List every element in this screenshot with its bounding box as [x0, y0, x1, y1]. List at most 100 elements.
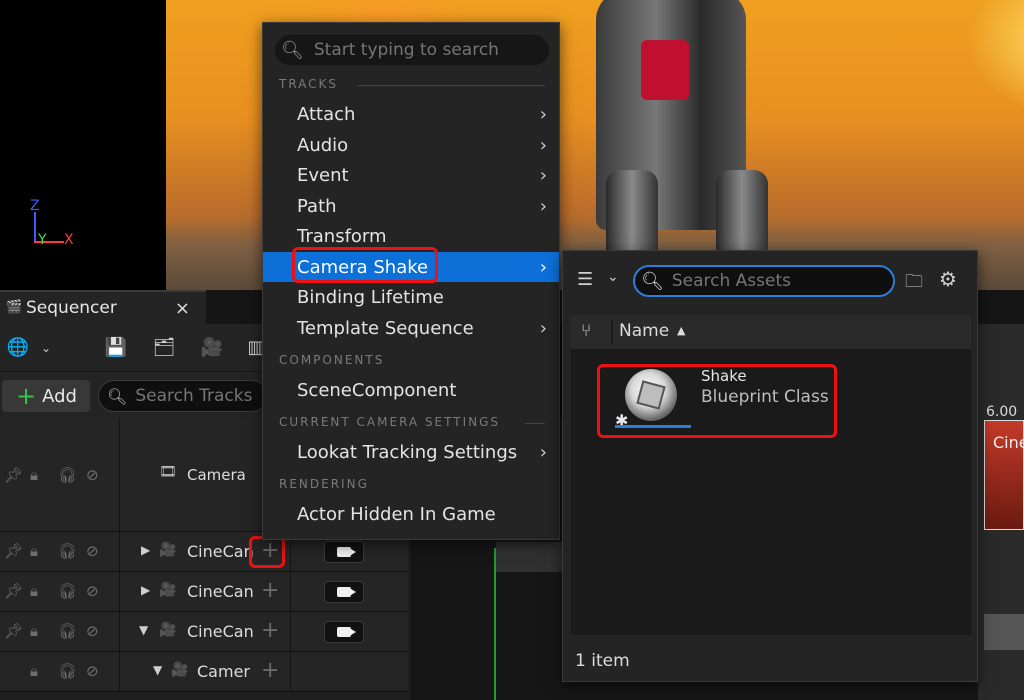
headphones-icon[interactable]: 🎧︎	[58, 466, 77, 484]
track-row[interactable]: 📌︎ 🔒︎ 🎧︎ ⊘ ▼ 🎥 CineCan +	[0, 612, 408, 652]
search-icon: 🔍︎	[281, 39, 304, 61]
disable-icon[interactable]: ⊘	[86, 466, 99, 484]
camera-toggle-button[interactable]	[324, 621, 364, 643]
pin-icon[interactable]: 📌︎	[4, 542, 23, 560]
camera-icon	[337, 587, 356, 597]
expand-arrow-icon[interactable]: ▶	[141, 543, 150, 557]
sequencer-tab-title: Sequencer	[26, 298, 117, 318]
menu-item-event[interactable]: Event ›	[263, 160, 559, 190]
pin-icon[interactable]: 📌︎	[4, 622, 23, 640]
menu-item-camera-shake[interactable]: Camera Shake ›	[263, 252, 559, 282]
headphones-icon[interactable]: 🎧︎	[58, 662, 77, 680]
section-header-camera-settings: CURRENT CAMERA SETTINGS	[279, 415, 501, 429]
menu-search-input[interactable]	[313, 40, 544, 60]
chevron-right-icon: ›	[539, 318, 547, 339]
lock-icon[interactable]: 🔒︎	[30, 622, 38, 640]
menu-item-binding-lifetime[interactable]: Binding Lifetime	[263, 282, 559, 312]
time-marker-label: 6.00	[986, 404, 1018, 420]
disable-icon[interactable]: ⊘	[86, 582, 99, 600]
world-icon[interactable]: 🌐	[6, 336, 30, 360]
asset-name: Shake	[701, 367, 747, 385]
chevron-right-icon: ›	[539, 104, 547, 125]
track-row[interactable]: 🔒︎ 🎧︎ ⊘ ▼ 🎥 Camer +	[0, 652, 408, 692]
disable-icon[interactable]: ⊘	[86, 662, 99, 680]
expand-arrow-icon[interactable]: ▶	[141, 583, 150, 597]
menu-item-audio[interactable]: Audio ›	[263, 130, 559, 160]
menu-item-scene-component[interactable]: SceneComponent	[263, 375, 559, 405]
add-track-plus-button[interactable]: +	[261, 540, 279, 562]
camera-actor-icon: 🎥	[159, 542, 177, 558]
menu-item-label: Template Sequence	[297, 317, 474, 339]
close-icon[interactable]: ×	[175, 298, 190, 319]
search-tracks-field[interactable]: 🔍︎	[98, 380, 268, 412]
chevron-down-icon[interactable]: ⌄	[607, 269, 619, 285]
camera-icon	[337, 547, 356, 557]
folder-icon[interactable]: 🗀	[905, 269, 923, 299]
pin-icon[interactable]: 📌︎	[4, 466, 23, 484]
menu-item-transform[interactable]: Transform	[263, 221, 559, 251]
cine-camera-clip[interactable]: Cine	[984, 420, 1024, 530]
chevron-down-icon[interactable]: ⌄	[34, 336, 58, 360]
disable-icon[interactable]: ⊘	[86, 622, 99, 640]
track-label: CineCan	[187, 582, 254, 601]
blueprint-class-icon	[625, 369, 677, 421]
asset-search-input[interactable]	[671, 271, 882, 291]
sequencer-tab[interactable]: 🎬 Sequencer ×	[0, 290, 206, 324]
camera-icon	[337, 627, 356, 637]
lock-icon[interactable]: 🔒︎	[30, 662, 38, 680]
name-column-header[interactable]: Name	[619, 321, 669, 341]
headphones-icon[interactable]: 🎧︎	[58, 542, 77, 560]
track-controls: 📌︎ 🔒︎ 🎧︎ ⊘	[0, 612, 120, 651]
collapse-arrow-icon[interactable]: ▼	[139, 623, 148, 637]
asset-search-field[interactable]: 🔍︎	[633, 265, 895, 297]
add-track-button[interactable]: + Add	[2, 380, 90, 412]
cube-icon	[636, 380, 666, 410]
camera-cut-icon: 🎞	[159, 464, 177, 480]
section-header-rendering: RENDERING	[279, 477, 369, 491]
menu-item-template-sequence[interactable]: Template Sequence ›	[263, 313, 559, 343]
lock-icon[interactable]: 🔒︎	[30, 466, 38, 484]
browse-folder-icon[interactable]: 🗂	[152, 336, 176, 360]
camera-toggle-button[interactable]	[324, 541, 364, 563]
disable-icon[interactable]: ⊘	[86, 542, 99, 560]
lock-icon[interactable]: 🔒︎	[30, 582, 38, 600]
menu-item-label: Attach	[297, 103, 356, 125]
collapse-arrow-icon[interactable]: ▼	[153, 663, 162, 677]
menu-item-path[interactable]: Path ›	[263, 191, 559, 221]
camera-toggle-button[interactable]	[324, 581, 364, 603]
asset-type-color-bar	[615, 425, 691, 428]
playhead-line[interactable]	[494, 548, 496, 700]
search-tracks-input[interactable]	[135, 386, 267, 406]
menu-item-label: Camera Shake	[297, 256, 429, 278]
robot-red-plate	[641, 40, 689, 100]
branch-icon[interactable]: ⑂	[581, 321, 591, 341]
chevron-right-icon: ›	[539, 165, 547, 186]
menu-search-field[interactable]: 🔍︎	[275, 35, 549, 65]
add-track-plus-button[interactable]: +	[261, 660, 279, 682]
section-divider	[525, 423, 545, 424]
lock-icon[interactable]: 🔒︎	[30, 542, 38, 560]
chevron-right-icon: ›	[539, 135, 547, 156]
timeline-section-strip	[984, 614, 1024, 650]
camera-icon[interactable]: 🎥	[200, 336, 224, 360]
gear-icon[interactable]: ⚙	[939, 267, 957, 291]
headphones-icon[interactable]: 🎧︎	[58, 582, 77, 600]
add-track-plus-button[interactable]: +	[261, 580, 279, 602]
save-icon[interactable]: 💾	[104, 336, 128, 360]
headphones-icon[interactable]: 🎧︎	[58, 622, 77, 640]
track-row[interactable]: 📌︎ 🔒︎ 🎧︎ ⊘ ▶ 🎥 CineCan +	[0, 572, 408, 612]
filter-icon[interactable]: ☰	[577, 269, 593, 290]
track-controls: 📌︎ 🔒︎ 🎧︎ ⊘	[0, 532, 120, 571]
chevron-right-icon: ›	[539, 196, 547, 217]
menu-item-attach[interactable]: Attach ›	[263, 99, 559, 129]
asset-item-shake[interactable]: ✱ Shake Blueprint Class	[601, 367, 835, 433]
add-track-plus-button[interactable]: +	[261, 620, 279, 642]
pin-icon[interactable]: 📌︎	[4, 582, 23, 600]
viewport-left: Z Y X	[0, 0, 166, 290]
menu-item-lookat-tracking-settings[interactable]: Lookat Tracking Settings ›	[263, 437, 559, 467]
menu-item-actor-hidden-in-game[interactable]: Actor Hidden In Game	[263, 499, 559, 529]
item-count: 1 item	[575, 651, 630, 671]
track-controls: 📌︎ 🔒︎ 🎧︎ ⊘	[0, 572, 120, 611]
menu-item-label: Audio	[297, 134, 349, 156]
chevron-right-icon: ›	[539, 442, 547, 463]
